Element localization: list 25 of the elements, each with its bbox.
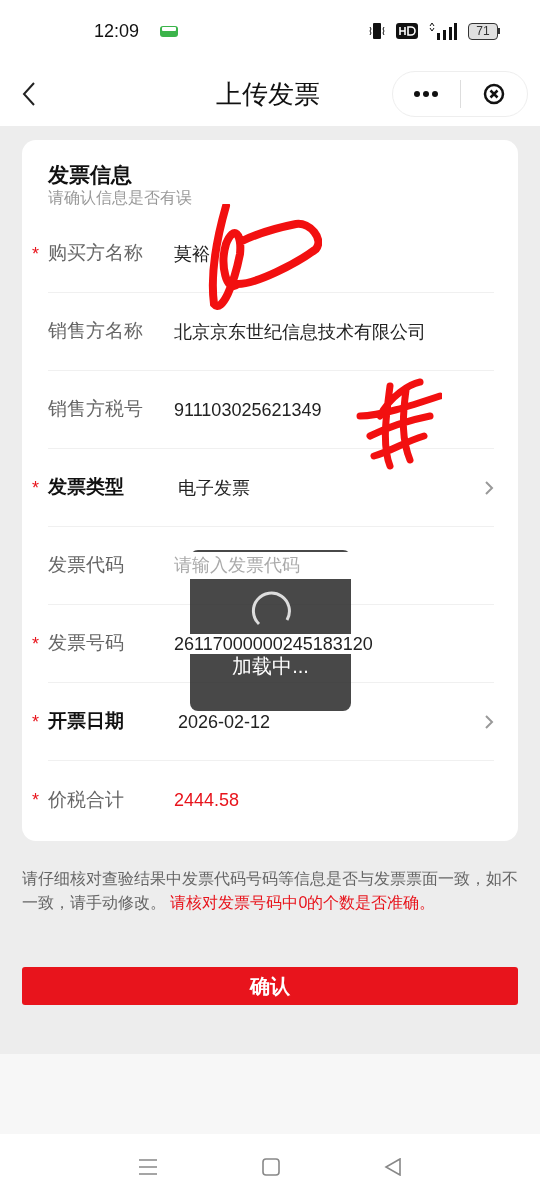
field-label: 发票号码 [48, 631, 124, 656]
card-subtitle: 请确认信息是否有误 [48, 188, 193, 208]
field-label: 发票类型 [48, 475, 124, 500]
status-time: 12:09 [94, 19, 140, 43]
field-value: 北京京东世纪信息技术有限公司 [174, 321, 426, 342]
battery-icon: 71 [468, 22, 500, 40]
confirm-button[interactable]: 确认 [22, 967, 518, 1005]
required-mark: * [32, 712, 39, 731]
field-value: 电子发票 [178, 477, 250, 498]
field-value: 26117000000245183120 [174, 633, 373, 654]
note-text: 请仔细核对查验结果中发票代码号码等信息是否与发票票面一致，如不一致，请手动修改。 请核对发票号码中0的个数是否准确。 [22, 869, 518, 913]
card-title: 发票信息 [48, 162, 133, 188]
field-label: 销售方名称 [48, 319, 143, 344]
required-mark: * [32, 244, 39, 263]
loading-text: 加载中... [232, 654, 309, 678]
field-value: 莫裕 [174, 243, 210, 264]
field-label: 价税合计 [48, 787, 124, 812]
field-label: 发票代码 [48, 553, 124, 578]
field-label: 购买方名称 [48, 241, 143, 266]
required-mark: * [32, 634, 39, 653]
field-label: 开票日期 [48, 709, 124, 734]
required-mark: * [32, 478, 39, 497]
field-label: 销售方税号 [48, 397, 143, 422]
required-mark: * [32, 791, 39, 809]
page-title: 上传发票 [216, 77, 320, 111]
